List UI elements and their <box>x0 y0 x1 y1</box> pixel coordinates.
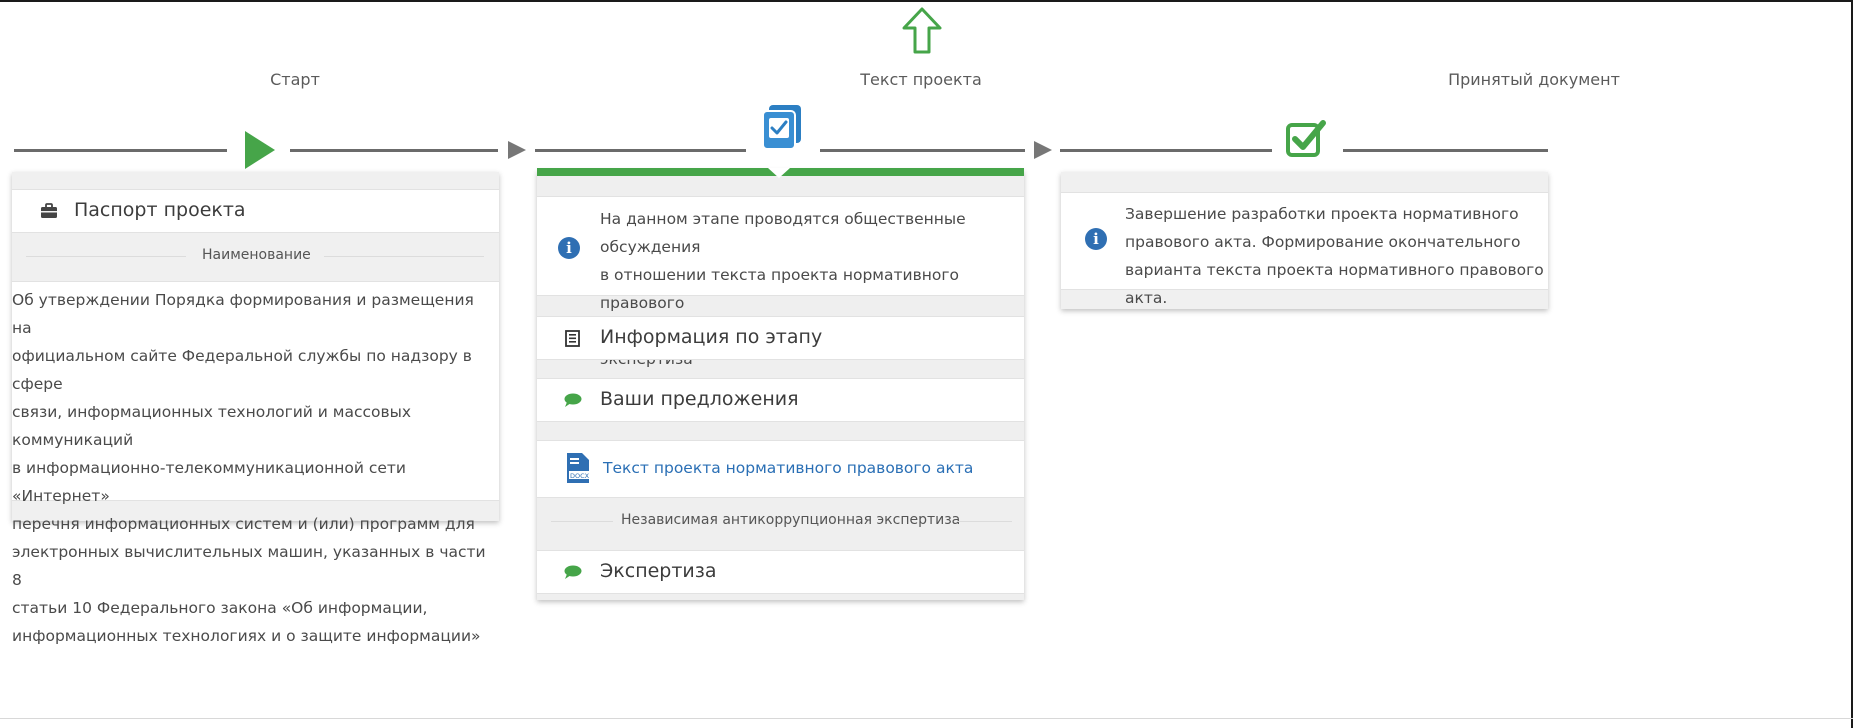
name-label: Наименование <box>202 247 311 263</box>
proposals-label: Ваши предложения <box>600 388 799 410</box>
proposals-link[interactable]: Ваши предложения <box>537 378 1024 422</box>
stage-title-text: Текст проекта <box>860 70 982 89</box>
timeline-segment <box>1060 149 1272 152</box>
text-stage-card: i На данном этапе проводятся общественны… <box>537 168 1024 600</box>
docx-file-icon: DOCX <box>567 453 590 483</box>
accepted-info-text: Завершение разработки проекта нормативно… <box>1125 205 1544 307</box>
timeline-arrow <box>508 141 526 159</box>
accepted-document-card: i Завершение разработки проекта норматив… <box>1061 172 1548 309</box>
document-check-icon[interactable] <box>761 103 803 151</box>
expertise-label: Экспертиза <box>600 560 717 582</box>
info-icon: i <box>558 237 580 259</box>
stage-title-start: Старт <box>270 70 320 89</box>
accepted-info-box: i Завершение разработки проекта норматив… <box>1061 192 1548 307</box>
timeline-arrow <box>1034 141 1052 159</box>
stage-info-link[interactable]: Информация по этапу <box>537 316 1024 360</box>
timeline-segment <box>290 149 498 152</box>
window-frame-top <box>0 0 1853 2</box>
project-passport-card: Паспорт проекта Наименование Об утвержде… <box>12 172 499 645</box>
passport-header[interactable]: Паспорт проекта <box>12 189 499 233</box>
comment-icon <box>564 393 582 407</box>
svg-text:DOCX: DOCX <box>570 472 590 480</box>
project-name-text: Об утверждении Порядка формирования и ра… <box>12 291 486 645</box>
divider <box>26 256 186 257</box>
stage-info-box: i На данном этапе проводятся общественны… <box>537 196 1024 368</box>
up-arrow-icon <box>902 7 942 54</box>
checkbox-checked-icon[interactable] <box>1285 117 1327 159</box>
anti-corruption-label: Независимая антикоррупционная экспертиза <box>621 512 961 528</box>
project-text-document[interactable]: DOCX Текст проекта нормативного правовог… <box>537 440 1024 498</box>
timeline-segment <box>1343 149 1548 152</box>
timeline-segment <box>14 149 227 152</box>
divider <box>551 521 613 522</box>
divider <box>957 521 1012 522</box>
list-icon <box>565 330 580 347</box>
divider <box>324 256 484 257</box>
info-icon: i <box>1085 228 1107 250</box>
page-bottom-divider <box>0 718 1853 719</box>
expertise-link[interactable]: Экспертиза <box>537 550 1024 594</box>
stage-title-accepted: Принятый документ <box>1448 70 1620 89</box>
play-icon[interactable] <box>242 129 278 171</box>
briefcase-icon <box>41 203 57 218</box>
project-text-link[interactable]: Текст проекта нормативного правового акт… <box>603 459 973 477</box>
active-stage-notch <box>768 168 790 178</box>
passport-header-label: Паспорт проекта <box>74 199 246 221</box>
project-name-box: Об утверждении Порядка формирования и ра… <box>12 281 499 645</box>
stage-info-label: Информация по этапу <box>600 326 823 348</box>
comment-icon <box>564 565 582 579</box>
timeline-segment <box>820 149 1025 152</box>
timeline-segment <box>535 149 746 152</box>
